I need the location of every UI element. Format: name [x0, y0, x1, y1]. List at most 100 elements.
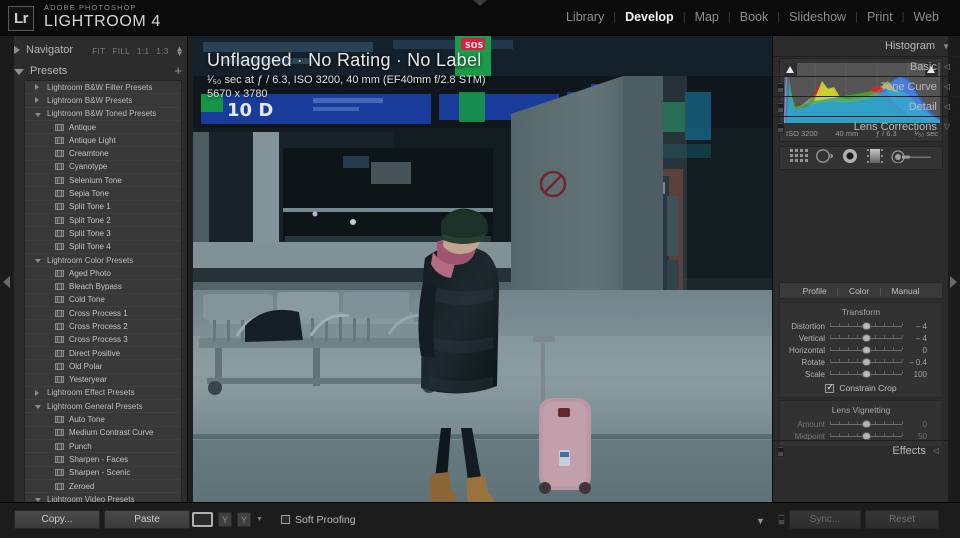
section-header-detail[interactable]: Detail ◁	[773, 96, 960, 116]
photo-preview[interactable]: 10 D SOS Unflagged · No Rating · No Labe…	[193, 36, 772, 502]
graduated-filter-tool-icon[interactable]	[866, 148, 883, 169]
preset-item[interactable]: Sharpen - Faces	[25, 453, 181, 467]
chevron-down-icon[interactable]	[35, 405, 41, 410]
navigator-zoom-1-3[interactable]: 1:3	[156, 47, 168, 56]
soft-proofing-checkbox[interactable]	[280, 515, 290, 524]
copy-button[interactable]: Copy...	[14, 510, 100, 529]
section-header-lens-corrections[interactable]: Lens Corrections ▽	[773, 116, 960, 136]
slider-value[interactable]: 0	[902, 420, 932, 429]
slider-track[interactable]	[830, 321, 903, 331]
before-after-y-icon-2[interactable]: Y	[237, 512, 251, 527]
reset-button[interactable]: Reset	[865, 510, 939, 529]
paste-button[interactable]: Paste	[104, 510, 190, 529]
left-panel-toggle-arrow-icon[interactable]	[3, 276, 10, 288]
preset-item[interactable]: Split Tone 2	[25, 214, 181, 228]
module-library[interactable]: Library	[557, 10, 613, 24]
constrain-crop-checkbox[interactable]	[825, 382, 835, 393]
chevron-right-icon[interactable]	[35, 389, 39, 396]
preset-item[interactable]: Antique	[25, 121, 181, 135]
preset-item[interactable]: Direct Positive	[25, 347, 181, 361]
preset-item[interactable]: Cross Process 3	[25, 334, 181, 347]
effects-switch[interactable]	[777, 446, 784, 457]
slider-track[interactable]	[830, 357, 903, 367]
slider-value[interactable]: – 4	[902, 322, 932, 331]
window-collapse-handle[interactable]	[473, 0, 487, 6]
preset-item[interactable]: Cyanotype	[25, 161, 181, 175]
slider-rotate[interactable]: Rotate – 0.4	[780, 356, 942, 368]
loupe-view-icon[interactable]	[192, 512, 213, 527]
chevron-down-icon[interactable]: ▽	[944, 122, 950, 131]
tab-profile[interactable]: Profile	[794, 286, 836, 296]
detail-switch[interactable]	[777, 102, 784, 113]
presets-list[interactable]: Lightroom B&W Filter Presets Lightroom B&…	[24, 80, 182, 535]
preset-item[interactable]: Old Polar	[25, 360, 181, 374]
preset-item[interactable]: Aged Photo	[25, 267, 181, 281]
preset-item[interactable]: Bleach Bypass	[25, 280, 181, 294]
slider-knob[interactable]	[862, 322, 871, 330]
right-panel-toggle-arrow-icon[interactable]	[950, 276, 957, 288]
module-develop[interactable]: Develop	[616, 10, 683, 24]
section-header-tone-curve[interactable]: Tone Curve ◁	[773, 76, 960, 96]
left-panel-edge[interactable]	[0, 36, 14, 502]
slider-amount[interactable]: Amount 0	[780, 418, 942, 430]
preset-item[interactable]: Selenium Tone	[25, 174, 181, 188]
preset-item[interactable]: Zeroed	[25, 480, 181, 494]
preset-group[interactable]: Lightroom General Presets	[25, 400, 181, 414]
slider-vertical[interactable]: Vertical – 4	[780, 332, 942, 344]
slider-knob[interactable]	[862, 358, 871, 366]
module-web[interactable]: Web	[905, 10, 948, 24]
navigator-zoom-fit[interactable]: FIT	[92, 47, 105, 56]
preset-group[interactable]: Lightroom B&W Filter Presets	[25, 81, 181, 95]
preset-item[interactable]: Sharpen - Scenic	[25, 467, 181, 480]
slider-value[interactable]: – 0.4	[902, 358, 932, 367]
chevron-down-icon[interactable]	[35, 112, 41, 117]
chevron-down-icon[interactable]	[35, 259, 41, 263]
chevron-down-icon[interactable]: ▼	[942, 42, 950, 51]
preset-group[interactable]: Lightroom B&W Presets	[25, 94, 181, 108]
section-header-effects[interactable]: Effects ◁	[773, 440, 949, 460]
chevron-right-icon[interactable]	[35, 84, 39, 91]
slider-track[interactable]	[830, 333, 903, 343]
slider-track[interactable]	[830, 419, 903, 429]
slider-value[interactable]: 0	[902, 346, 932, 355]
preset-item[interactable]: Creamtone	[25, 147, 181, 161]
slider-value[interactable]: 100	[902, 370, 932, 379]
preset-group[interactable]: Lightroom Effect Presets	[25, 387, 181, 401]
presets-header[interactable]: Presets +	[14, 62, 188, 80]
collapse-icon[interactable]: ◁	[933, 446, 939, 455]
preset-item[interactable]: Medium Contrast Curve	[25, 427, 181, 441]
tab-manual[interactable]: Manual	[882, 286, 928, 296]
preset-item[interactable]: Punch	[25, 440, 181, 454]
slider-knob[interactable]	[862, 370, 871, 378]
preset-item[interactable]: Yesteryear	[25, 374, 181, 387]
preset-group[interactable]: Lightroom B&W Toned Presets	[25, 108, 181, 121]
spot-removal-tool-icon[interactable]	[815, 148, 835, 169]
preset-item[interactable]: Antique Light	[25, 134, 181, 148]
preset-item[interactable]: Split Tone 4	[25, 241, 181, 254]
sync-switch[interactable]	[778, 514, 785, 525]
module-map[interactable]: Map	[686, 10, 728, 24]
lens-corrections-tabs[interactable]: Profile | Color | Manual	[779, 282, 943, 299]
slider-track[interactable]	[830, 369, 903, 379]
preset-item[interactable]: Sepia Tone	[25, 187, 181, 201]
slider-knob[interactable]	[862, 334, 871, 342]
before-after-y-icon-1[interactable]: Y	[218, 512, 232, 527]
preset-item[interactable]: Cross Process 1	[25, 307, 181, 321]
adjustment-brush-tool-icon[interactable]	[890, 149, 932, 168]
red-eye-correction-tool-icon[interactable]	[841, 148, 859, 169]
slider-track[interactable]	[830, 345, 903, 355]
slider-scale[interactable]: Scale 100	[780, 368, 942, 380]
preset-item[interactable]: Auto Tone	[25, 413, 181, 427]
histogram-header[interactable]: Histogram ▼	[773, 36, 960, 56]
slider-knob[interactable]	[862, 432, 871, 440]
module-book[interactable]: Book	[731, 10, 778, 24]
lens-corrections-switch[interactable]	[777, 122, 784, 133]
section-header-basic[interactable]: Basic ◁	[773, 56, 960, 76]
preset-item[interactable]: Split Tone 1	[25, 201, 181, 214]
collapse-icon[interactable]: ◁	[944, 62, 950, 71]
crop-overlay-tool-icon[interactable]	[789, 148, 808, 168]
module-slideshow[interactable]: Slideshow	[780, 10, 855, 24]
preset-item[interactable]: Cross Process 2	[25, 320, 181, 334]
chevron-down-icon[interactable]	[14, 69, 24, 75]
chevron-right-icon[interactable]	[35, 97, 39, 104]
